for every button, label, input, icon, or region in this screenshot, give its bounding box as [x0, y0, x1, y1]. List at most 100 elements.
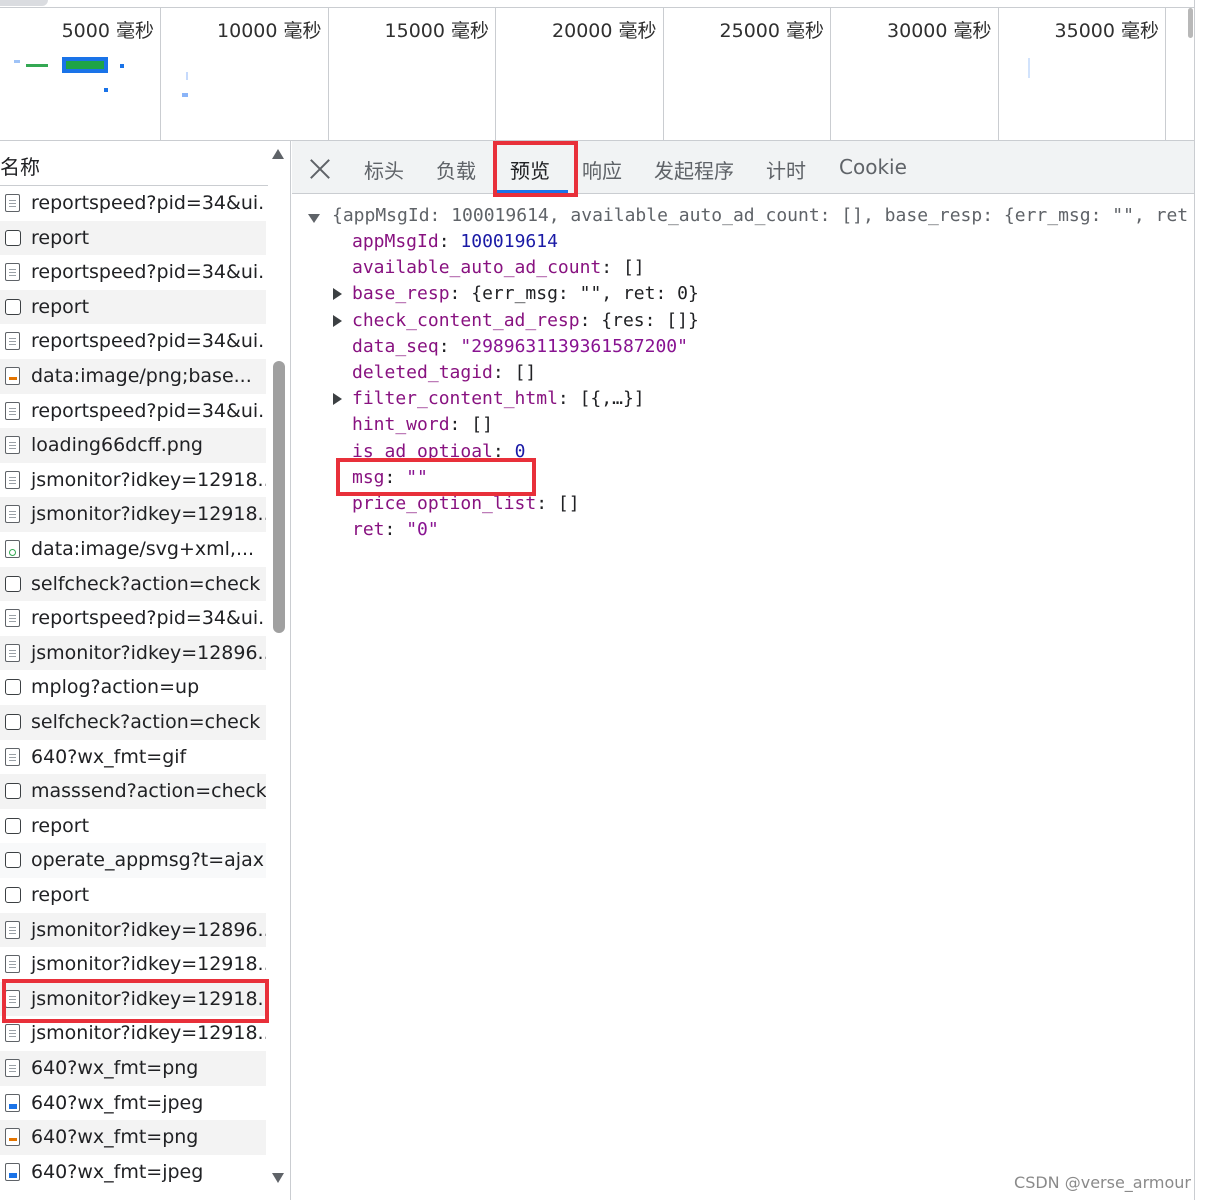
- json-field-check-content-ad-resp[interactable]: check_content_ad_resp: {res: []}: [352, 308, 699, 334]
- request-row[interactable]: loading66dcff.png: [0, 428, 266, 463]
- tab-cookie[interactable]: Cookie: [839, 155, 907, 179]
- waterfall-bar: [182, 93, 188, 97]
- request-row[interactable]: jsmonitor?idkey=12918...: [0, 947, 266, 982]
- request-name: mplog?action=up: [31, 676, 200, 699]
- request-row[interactable]: reportspeed?pid=34&ui...: [0, 601, 266, 636]
- request-name: jsmonitor?idkey=12918...: [31, 503, 266, 526]
- request-row[interactable]: 640?wx_fmt=gif: [0, 740, 266, 775]
- timeline-scrollbar[interactable]: [1188, 8, 1193, 38]
- request-row[interactable]: data:image/svg+xml,...: [0, 532, 266, 567]
- json-field-hint-word[interactable]: hint_word: []: [352, 412, 493, 438]
- request-row[interactable]: 640?wx_fmt=jpeg: [0, 1086, 266, 1121]
- request-row[interactable]: reportspeed?pid=34&ui...: [0, 255, 266, 290]
- json-key: filter_content_html: [352, 388, 558, 410]
- document-icon: [5, 955, 20, 974]
- json-colon: :: [449, 283, 472, 305]
- json-field-appMsgId[interactable]: appMsgId: 100019614: [352, 229, 558, 255]
- json-value: "2989631139361587200": [460, 335, 688, 357]
- waterfall-bar: [26, 64, 48, 67]
- json-colon: :: [536, 493, 558, 514]
- expand-arrow-icon[interactable]: [333, 393, 342, 406]
- json-preview-tree: {appMsgId: 100019614, available_auto_ad_…: [292, 193, 1194, 1200]
- request-row[interactable]: 640?wx_fmt=png: [0, 1120, 266, 1155]
- highlight-box-hint-word: [336, 458, 536, 496]
- timeline-tick-label: 10000 毫秒: [217, 20, 322, 42]
- tab-headers[interactable]: 标头: [364, 155, 404, 184]
- request-row[interactable]: report: [0, 878, 266, 913]
- json-field-ret[interactable]: ret: "0": [352, 517, 439, 543]
- request-name: reportspeed?pid=34&ui...: [31, 261, 266, 284]
- scroll-up-arrow-icon[interactable]: [272, 149, 284, 159]
- timeline-tick: 35000 毫秒: [998, 8, 1166, 140]
- document-icon: [5, 643, 20, 662]
- request-list-panel: 名称 reportspeed?pid=34&ui... report reports…: [0, 141, 291, 1200]
- close-icon[interactable]: [308, 157, 332, 181]
- request-row[interactable]: reportspeed?pid=34&ui...: [0, 394, 266, 429]
- request-row[interactable]: 640?wx_fmt=jpeg: [0, 1155, 266, 1190]
- document-icon: [5, 436, 20, 455]
- json-field-available-auto-ad-count[interactable]: available_auto_ad_count: []: [352, 255, 645, 281]
- request-name: jsmonitor?idkey=12896...: [31, 641, 266, 664]
- request-detail-panel: 标头 负载 预览 响应 发起程序 计时 Cookie {appMsgId: 10…: [292, 141, 1194, 1200]
- request-row[interactable]: operate_appmsg?t=ajax...: [0, 843, 266, 878]
- request-name: jsmonitor?idkey=12918...: [31, 468, 266, 491]
- json-key: data_seq: [352, 335, 439, 357]
- json-colon: :: [557, 388, 580, 410]
- request-row[interactable]: jsmonitor?idkey=12918...: [0, 497, 266, 532]
- json-field-filter-content-html[interactable]: filter_content_html: [{,…}]: [352, 386, 645, 412]
- expand-arrow-icon[interactable]: [333, 314, 342, 327]
- document-icon: [5, 194, 20, 212]
- tab-timing[interactable]: 计时: [766, 155, 806, 184]
- request-row[interactable]: selfcheck?action=check: [0, 566, 266, 602]
- tab-initiator[interactable]: 发起程序: [654, 155, 734, 184]
- json-key: check_content_ad_resp: [352, 309, 580, 331]
- network-overview-timeline[interactable]: 5000 毫秒 10000 毫秒 15000 毫秒 20000 毫秒 25000 毫秒 3…: [0, 0, 1194, 141]
- request-name: 640?wx_fmt=gif: [31, 745, 187, 768]
- request-name: 640?wx_fmt=png: [31, 1057, 199, 1079]
- name-column-header[interactable]: 名称: [0, 141, 268, 186]
- request-row[interactable]: mplog?action=up: [0, 670, 266, 705]
- json-value: [{,…}]: [579, 388, 645, 410]
- timeline-tick: 30000 毫秒: [830, 8, 999, 140]
- scroll-down-arrow-icon[interactable]: [272, 1173, 284, 1183]
- json-value: []: [471, 414, 493, 436]
- png-file-icon: [5, 367, 20, 385]
- request-row[interactable]: data:image/png;base...: [0, 359, 266, 394]
- json-colon: :: [492, 362, 515, 383]
- expand-arrow-icon[interactable]: [333, 288, 342, 301]
- request-row[interactable]: report: [0, 809, 266, 844]
- json-root-summary[interactable]: {appMsgId: 100019614, available_auto_ad_…: [332, 203, 1188, 229]
- request-row[interactable]: reportspeed?pid=34&ui...: [0, 186, 266, 221]
- json-value: "0": [406, 519, 439, 541]
- request-name: operate_appmsg?t=ajax...: [31, 849, 266, 872]
- request-row[interactable]: report: [0, 220, 266, 256]
- request-row[interactable]: jsmonitor?idkey=12918...: [0, 463, 266, 498]
- request-row[interactable]: report: [0, 289, 266, 325]
- request-row[interactable]: jsmonitor?idkey=12896...: [0, 635, 266, 671]
- request-row[interactable]: reportspeed?pid=34&ui...: [0, 324, 266, 359]
- highlight-box-preview-tab: [493, 141, 578, 197]
- request-row[interactable]: 640?wx_fmt=png: [0, 1051, 266, 1086]
- tab-response[interactable]: 响应: [582, 155, 622, 184]
- json-field-deleted-tagid[interactable]: deleted_tagid: []: [352, 360, 536, 386]
- json-value: {res: []}: [601, 309, 699, 331]
- json-field-data-seq[interactable]: data_seq: "2989631139361587200": [352, 334, 688, 360]
- request-row[interactable]: selfcheck?action=check: [0, 705, 266, 740]
- tab-payload[interactable]: 负载: [436, 155, 476, 184]
- waterfall-bar: [14, 60, 20, 63]
- request-name: selfcheck?action=check: [31, 572, 261, 595]
- document-icon: [5, 401, 20, 420]
- request-row[interactable]: jsmonitor?idkey=12896...: [0, 912, 266, 948]
- request-name: data:image/png;base...: [31, 365, 252, 387]
- timeline-tick-label: 15000 毫秒: [384, 20, 489, 42]
- timeline-tick-label: 5000 毫秒: [61, 20, 154, 42]
- json-colon: :: [579, 309, 602, 331]
- checkbox-icon: [5, 575, 21, 592]
- detail-tab-bar: 标头 负载 预览 响应 发起程序 计时 Cookie: [292, 141, 1194, 194]
- request-list-scrollbar[interactable]: [270, 141, 286, 1200]
- document-icon: [5, 263, 20, 282]
- expand-arrow-icon[interactable]: [308, 214, 320, 223]
- request-list-scroll-thumb[interactable]: [273, 361, 285, 633]
- request-row[interactable]: masssend?action=check...: [0, 774, 266, 809]
- json-field-base-resp[interactable]: base_resp: {err_msg: "", ret: 0}: [352, 281, 699, 307]
